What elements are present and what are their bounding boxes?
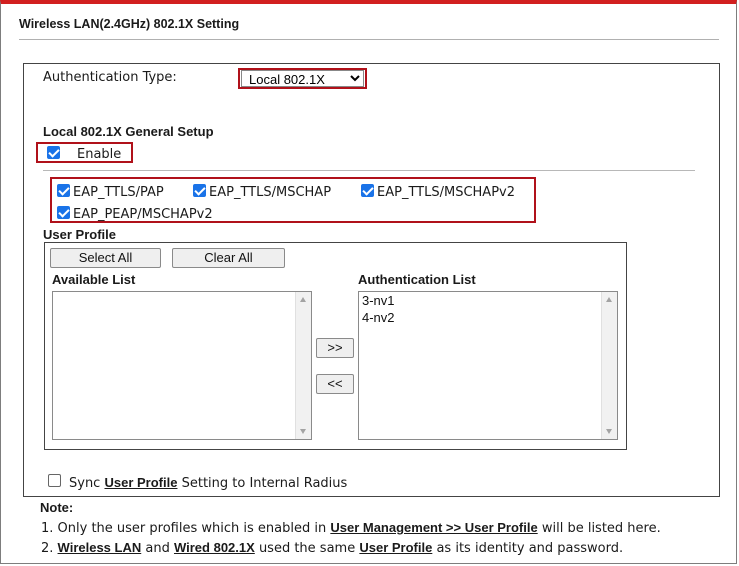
user-management-link[interactable]: User Management >> User Profile (330, 520, 537, 535)
note-2-user-profile-link[interactable]: User Profile (359, 540, 432, 555)
section-divider (43, 170, 695, 171)
note-2-text-end: as its identity and password. (436, 541, 624, 556)
available-scrollbar[interactable] (295, 292, 311, 439)
note-1-number: 1. (41, 521, 54, 536)
note-2-text: used the same (258, 541, 356, 556)
eap-peap-mschapv2-label: EAP_PEAP/MSCHAPv2 (73, 207, 213, 222)
note-1-text-b: will be listed here. (541, 521, 661, 536)
select-all-button[interactable]: Select All (50, 248, 161, 268)
scroll-down-icon[interactable] (300, 429, 306, 434)
sync-prefix: Sync (69, 476, 101, 491)
eap-ttls-pap-label: EAP_TTLS/PAP (73, 185, 164, 200)
scroll-up-icon[interactable] (606, 297, 612, 302)
user-profile-heading: User Profile (43, 227, 116, 242)
scroll-down-icon[interactable] (606, 429, 612, 434)
eap-ttls-pap-checkbox[interactable] (57, 184, 70, 197)
authentication-listbox[interactable]: 3-nv1 4-nv2 (358, 291, 618, 440)
move-right-button[interactable]: >> (316, 338, 354, 358)
enable-checkbox[interactable] (47, 146, 60, 159)
enable-label: Enable (77, 147, 122, 162)
eap-ttls-mschapv2-checkbox[interactable] (361, 184, 374, 197)
note-1: 1. Only the user profiles which is enabl… (41, 520, 661, 536)
scroll-up-icon[interactable] (300, 297, 306, 302)
move-left-button[interactable]: << (316, 374, 354, 394)
auth-type-select[interactable]: Local 802.1X (241, 70, 364, 87)
list-item[interactable]: 4-nv2 (362, 310, 395, 325)
available-listbox[interactable] (52, 291, 312, 440)
clear-all-button[interactable]: Clear All (172, 248, 285, 268)
wireless-lan-link[interactable]: Wireless LAN (58, 540, 142, 555)
sync-suffix: Setting to Internal Radius (181, 476, 348, 491)
eap-peap-mschapv2-checkbox[interactable] (57, 206, 70, 219)
note-2-number: 2. (41, 541, 54, 556)
note-2-and: and (145, 541, 170, 556)
general-setup-heading: Local 802.1X General Setup (43, 124, 214, 139)
list-item[interactable]: 3-nv1 (362, 293, 395, 308)
page-title: Wireless LAN(2.4GHz) 802.1X Setting (19, 17, 240, 31)
title-divider (19, 39, 719, 40)
note-2: 2. Wireless LAN and Wired 802.1X used th… (41, 540, 623, 556)
wired-8021x-link[interactable]: Wired 802.1X (174, 540, 255, 555)
sync-user-profile-link[interactable]: User Profile (104, 475, 177, 490)
authentication-list-heading: Authentication List (358, 272, 476, 287)
sync-label: Sync User Profile Setting to Internal Ra… (69, 475, 347, 491)
authentication-scrollbar[interactable] (601, 292, 617, 439)
note-1-text-a: Only the user profiles which is enabled … (57, 521, 327, 536)
sync-checkbox[interactable] (48, 474, 61, 487)
available-list-heading: Available List (52, 272, 136, 287)
eap-ttls-mschap-label: EAP_TTLS/MSCHAP (209, 185, 332, 200)
eap-ttls-mschap-checkbox[interactable] (193, 184, 206, 197)
note-heading: Note: (40, 500, 74, 515)
auth-type-label: Authentication Type: (43, 70, 177, 85)
eap-ttls-mschapv2-label: EAP_TTLS/MSCHAPv2 (377, 185, 515, 200)
